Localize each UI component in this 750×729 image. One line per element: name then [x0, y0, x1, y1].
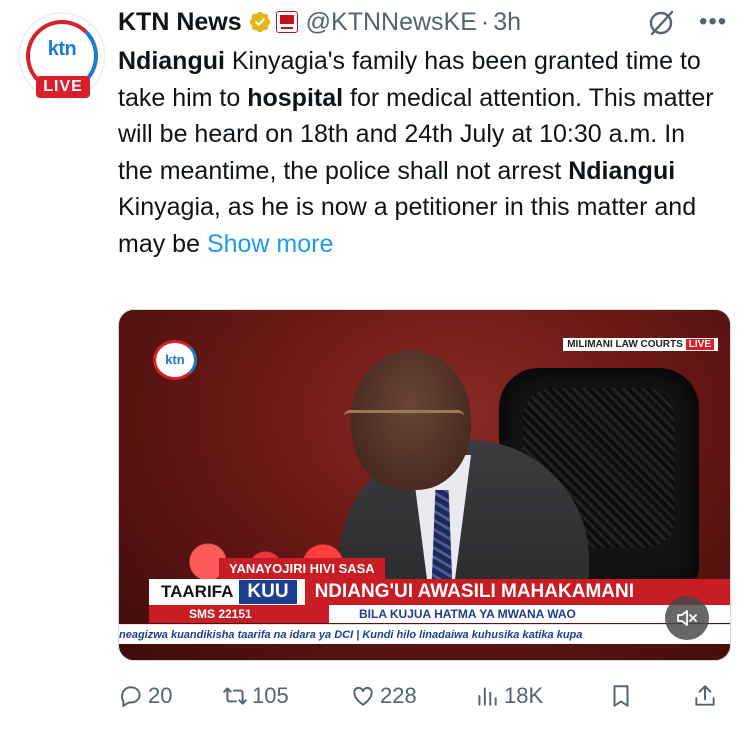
video-person-glasses [344, 410, 464, 434]
lower-third-bar: TAARIFA KUU NDIANG'UI AWASILI MAHAKAMANI [149, 579, 730, 605]
views-icon [478, 687, 497, 706]
standard-group-affiliate-icon[interactable] [275, 11, 298, 33]
heart-icon [353, 686, 373, 706]
verified-badge-icon[interactable] [248, 10, 272, 34]
like-count: 228 [380, 683, 417, 708]
text-run-bold: Ndiangui [118, 47, 225, 75]
more-options-icon[interactable]: ••• [699, 10, 727, 34]
tweet-header: KTN News @KTNNewsKE · 3h [118, 6, 521, 38]
channel-logo: ktn [153, 340, 197, 380]
tweet-text: Ndiangui Kinyagia's family has been gran… [118, 43, 718, 262]
author-handle[interactable]: @KTNNewsKE [306, 8, 477, 37]
bookmark-button[interactable] [608, 683, 692, 709]
taarifa-label: TAARIFA [161, 582, 234, 601]
video-headline: NDIANG'UI AWASILI MAHAKAMANI [304, 579, 730, 605]
tweet-action-bar: 20 105 228 18K [118, 676, 730, 716]
tweet-timestamp[interactable]: 3h [493, 8, 521, 37]
reply-icon [121, 686, 141, 708]
text-run-bold: Ndiangui [568, 156, 676, 185]
breaking-news-label: YANAYOJIRI HIVI SASA [219, 558, 385, 579]
like-button[interactable]: 228 [350, 683, 474, 709]
reply-button[interactable]: 20 [118, 683, 222, 709]
repost-count: 105 [252, 683, 289, 708]
muted-speaker-icon[interactable] [665, 596, 709, 640]
share-button[interactable] [692, 683, 718, 709]
news-ticker: neagizwa kuandikisha taarifa na idara ya… [119, 624, 730, 644]
author-avatar[interactable]: ktn LIVE [18, 12, 106, 100]
lower-third-sub-row: SMS 22151 BILA KUJUA HATMA YA MWANA WAO [149, 605, 730, 623]
views-button[interactable]: 18K [474, 683, 608, 709]
text-run: Kinyagia, as he is now a petitioner in t… [118, 193, 697, 258]
location-live-tag: MILIMANI LAW COURTS LIVE [563, 338, 718, 351]
show-more-link[interactable]: Show more [207, 230, 333, 258]
tweet-video[interactable]: ktn MILIMANI LAW COURTS LIVE YANAYOJIRI H… [118, 309, 731, 661]
separator-dot: · [480, 7, 490, 36]
kuu-label: KUU [239, 580, 297, 604]
author-name[interactable]: KTN News [118, 8, 242, 37]
share-icon [695, 685, 715, 706]
bookmark-icon [613, 685, 629, 707]
live-label: LIVE [685, 339, 714, 350]
avatar-logo-text: ktn [47, 38, 77, 60]
reply-count: 20 [148, 683, 173, 708]
views-count: 18K [504, 683, 544, 708]
repost-button[interactable]: 105 [222, 683, 350, 709]
sms-shortcode: SMS 22151 [149, 605, 329, 623]
grok-icon[interactable] [646, 8, 676, 38]
location-label: MILIMANI LAW COURTS [567, 339, 683, 350]
text-run-bold: hospital [247, 83, 344, 112]
repost-icon [223, 687, 247, 705]
avatar-live-badge: LIVE [36, 76, 90, 98]
